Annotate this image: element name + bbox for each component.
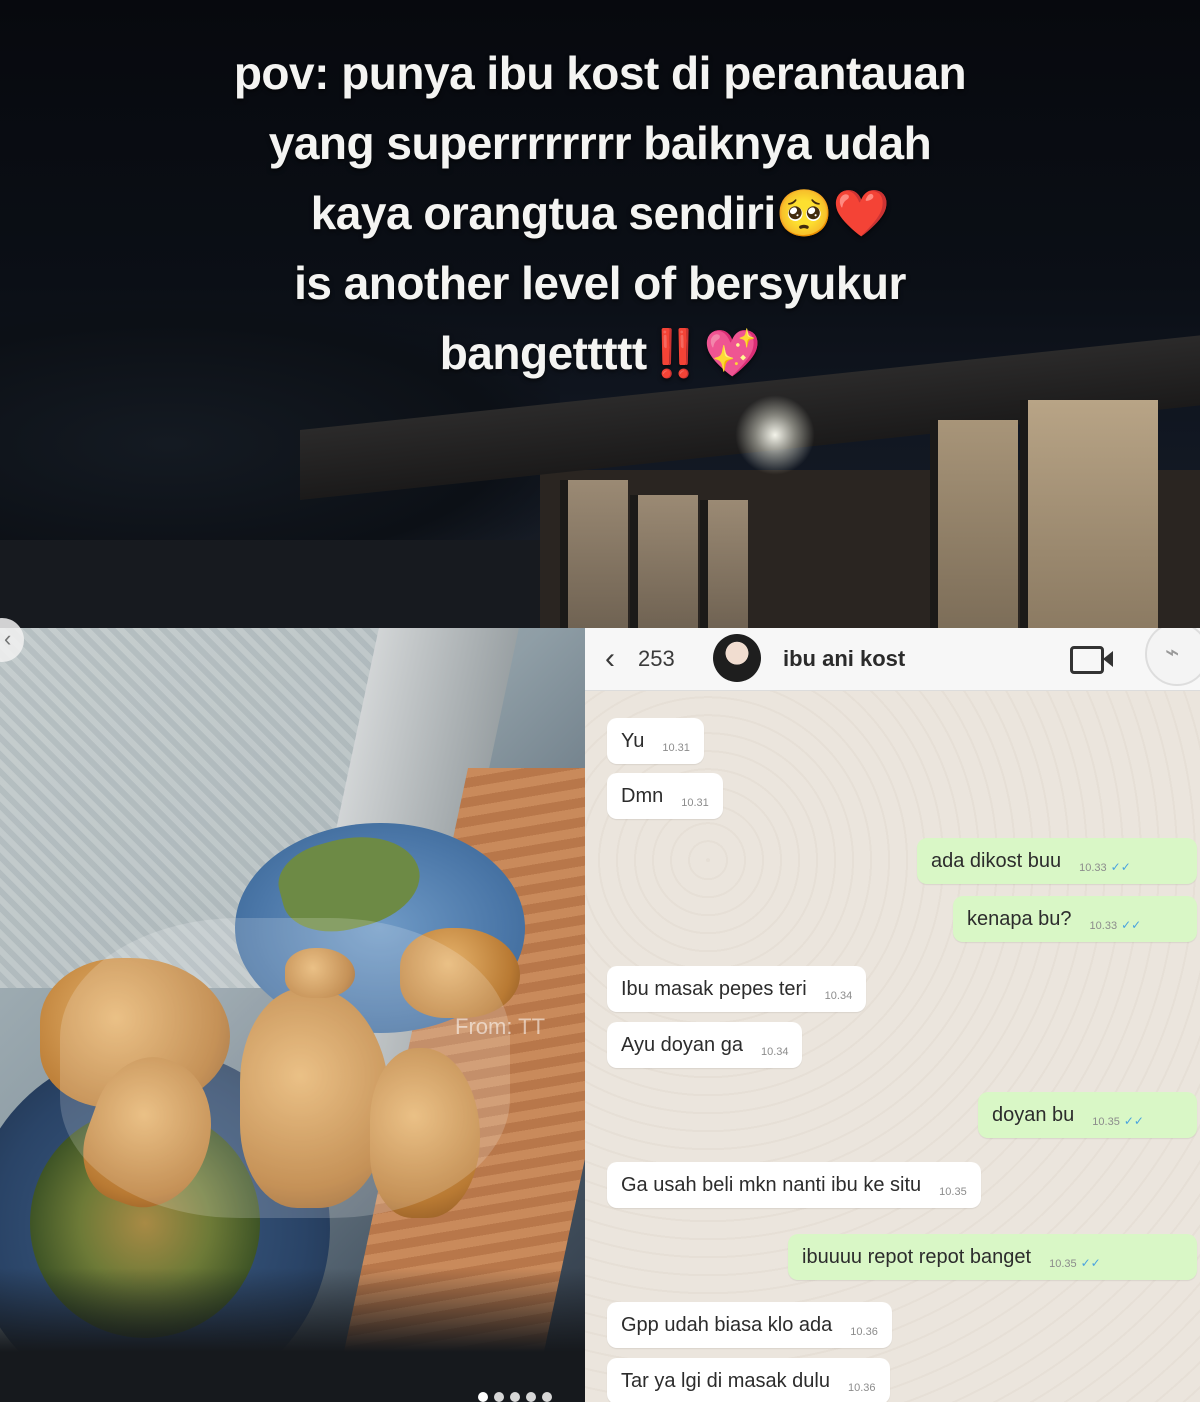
message-time: 10.35 [939,1186,967,1198]
wall-lamp-glow [735,395,815,475]
message-text: Ayu doyan ga [621,1033,743,1056]
message-text: doyan bu [992,1103,1075,1126]
lit-window [1020,400,1158,628]
message-bubble-incoming[interactable]: Ga usah beli mkn nanti ibu ke situ 10.35 [607,1162,981,1208]
message-text: Yu [621,729,645,752]
lit-window [930,420,1018,628]
watermark: From: TT [455,1014,546,1039]
lit-window [630,495,698,628]
message-time: 10.36 [850,1326,878,1338]
lit-window [560,480,628,628]
carousel-dot[interactable] [542,1392,552,1402]
message-time: 10.31 [681,797,709,809]
message-text: ibuuuu repot repot banget [802,1245,1032,1268]
message-bubble-outgoing[interactable]: ada dikost buu 10.33 ✓✓ [917,838,1197,884]
message-text: Dmn [621,784,664,807]
chat-screenshot: ‹ 253 ibu ani kost ⌁ Yu 10.31 Dmn 10.31 ad… [585,628,1200,1402]
message-bubble-incoming[interactable]: Yu 10.31 [607,718,704,764]
back-icon[interactable]: ‹ [605,642,615,676]
message-text: Tar ya lgi di masak dulu [621,1369,830,1392]
unread-count[interactable]: 253 [638,646,675,672]
video-call-icon[interactable] [1070,646,1104,674]
read-receipt-icon: ✓✓ [1110,860,1131,874]
message-time: 10.33 [1079,862,1107,874]
message-bubble-outgoing[interactable]: doyan bu 10.35 ✓✓ [978,1092,1197,1138]
carousel-dot[interactable] [478,1392,488,1402]
share-icon[interactable]: ⌁ [1145,628,1200,686]
message-bubble-incoming[interactable]: Ibu masak pepes teri 10.34 [607,966,867,1012]
message-text: kenapa bu? [967,907,1072,930]
read-receipt-icon: ✓✓ [1123,1114,1144,1128]
contact-avatar[interactable] [713,634,761,682]
pov-caption: pov: punya ibu kost di perantauan yang s… [233,47,967,379]
message-time: 10.33 [1089,920,1118,932]
contact-name[interactable]: ibu ani kost [783,646,905,672]
lit-window [700,500,748,628]
message-bubble-incoming[interactable]: Dmn 10.31 [607,773,723,819]
carousel-dots [478,1392,552,1402]
plastic-bag [60,918,510,1218]
chat-header: ‹ 253 ibu ani kost ⌁ [585,628,1200,691]
carousel-dot[interactable] [494,1392,504,1402]
message-text: ada dikost buu [931,849,1062,872]
message-time: 10.35 [1049,1258,1077,1270]
message-bubble-incoming[interactable]: Tar ya lgi di masak dulu 10.36 [607,1358,890,1402]
read-receipt-icon: ✓✓ [1121,918,1142,932]
message-text: Gpp udah biasa klo ada [621,1313,833,1336]
carousel-dot[interactable] [526,1392,536,1402]
message-bubble-incoming[interactable]: Gpp udah biasa klo ada 10.36 [607,1302,892,1348]
message-time: 10.31 [662,742,690,754]
message-bubble-incoming[interactable]: Ayu doyan ga 10.34 [607,1022,803,1068]
message-time: 10.34 [760,1046,789,1058]
message-time: 10.34 [824,990,853,1002]
message-bubble-outgoing[interactable]: kenapa bu? 10.33 ✓✓ [953,896,1197,942]
message-text: Ga usah beli mkn nanti ibu ke situ [621,1173,922,1196]
read-receipt-icon: ✓✓ [1080,1256,1101,1270]
message-time: 10.36 [847,1382,876,1394]
chevron-left-icon: ‹ [4,626,12,651]
carousel-dot[interactable] [510,1392,520,1402]
message-text: Ibu masak pepes teri [621,977,807,1000]
link-icon: ⌁ [1165,639,1180,666]
night-scene-photo: pov: punya ibu kost di perantauan yang s… [0,0,1200,628]
shadow-overlay [0,1268,585,1402]
message-time: 10.35 [1092,1116,1120,1128]
message-bubble-outgoing[interactable]: ibuuuu repot repot banget 10.35 ✓✓ [788,1234,1197,1280]
